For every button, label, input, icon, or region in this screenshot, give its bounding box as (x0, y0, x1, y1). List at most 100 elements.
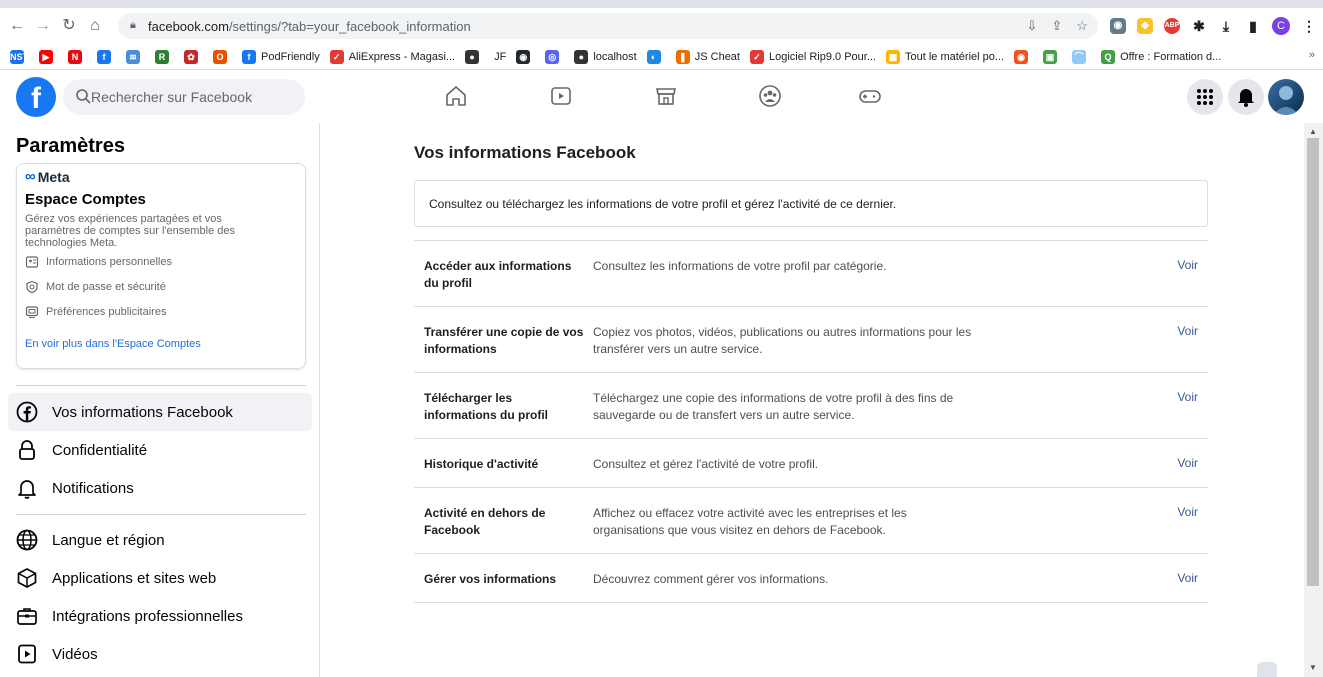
sidebar-item[interactable]: Vos informations Facebook (8, 393, 312, 431)
sidebar-item[interactable]: Langue et région (8, 521, 312, 559)
row-title: Accéder aux informations du profil (424, 259, 572, 290)
adblock-icon[interactable]: ABP (1164, 18, 1180, 34)
bookmark-favicon-icon: Q (1101, 49, 1116, 64)
marketplace-nav-icon[interactable] (654, 84, 678, 108)
accounts-center-item[interactable]: Préférences publicitaires (25, 305, 166, 319)
accounts-center-link[interactable]: En voir plus dans l'Espace Comptes (25, 338, 201, 350)
accounts-center-item[interactable]: Informations personnelles (25, 255, 172, 269)
lock-icon (19, 440, 35, 460)
bookmark-item[interactable]: ▶ (39, 47, 58, 67)
bell-icon (1238, 89, 1254, 107)
view-link[interactable]: Voir (1177, 324, 1198, 338)
install-app-icon[interactable]: ⇩ (1027, 18, 1038, 34)
share-icon[interactable]: ⇪ (1051, 18, 1062, 34)
bookmark-favicon-icon: ≋ (126, 49, 140, 64)
url-text: facebook.com/settings/?tab=your_facebook… (148, 19, 471, 34)
bookmark-item[interactable]: ⌒ (1072, 47, 1091, 67)
bookmark-item[interactable]: ✓ Logiciel Rip9.0 Pour... (749, 47, 876, 67)
sidebar-item[interactable]: Notifications (8, 469, 312, 507)
home-icon[interactable]: ⌂ (86, 17, 104, 35)
bookmark-item[interactable]: ● (465, 47, 484, 67)
sidebar-item-label: Confidentialité (52, 441, 148, 459)
puzzle-icon[interactable]: ✱ (1191, 18, 1207, 34)
accounts-center-item[interactable]: Mot de passe et sécurité (25, 280, 166, 294)
groups-nav-icon[interactable] (758, 84, 782, 108)
bookmark-item[interactable]: Q Offre : Formation d... (1101, 47, 1221, 67)
grid-menu-icon (1197, 89, 1213, 105)
meta-brand: Meta (37, 168, 70, 185)
bookmark-item[interactable]: f (97, 47, 116, 67)
bookmark-item[interactable]: ◉ (516, 47, 535, 67)
forward-icon[interactable]: → (34, 17, 52, 35)
bookmark-label: localhost (593, 50, 637, 63)
sidebar-item[interactable]: Intégrations professionnelles (8, 597, 312, 635)
row-description: Affichez ou effacez votre activité avec … (593, 506, 907, 537)
table-row: Gérer vos informations Découvrez comment … (414, 554, 1208, 603)
menu-kebab-icon[interactable]: ⋮ (1301, 18, 1317, 34)
bookmark-item[interactable]: O (213, 47, 232, 67)
sidebar-item[interactable]: Confidentialité (8, 431, 312, 469)
extension-icon[interactable]: ◉ (1110, 18, 1126, 34)
notifications-button[interactable] (1228, 79, 1264, 115)
floating-globe-icon[interactable] (1257, 662, 1277, 677)
extensions-area: ◉ ◆ ABP ✱ ⤓ ▮ C ⋮ (1110, 17, 1317, 35)
gaming-nav-icon[interactable] (858, 84, 882, 108)
facebook-search[interactable]: Rechercher sur Facebook (63, 79, 305, 115)
home-nav-icon[interactable] (444, 84, 468, 108)
meta-infinity-icon: ∞ (25, 168, 36, 185)
search-icon (76, 89, 91, 104)
bookmark-item[interactable]: R (155, 47, 174, 67)
view-link[interactable]: Voir (1177, 456, 1198, 470)
view-link[interactable]: Voir (1177, 390, 1198, 404)
bookmark-item[interactable]: ≋ (126, 47, 145, 67)
extension-icon[interactable]: ◆ (1137, 18, 1153, 34)
row-description: Téléchargez une copie des informations d… (593, 391, 954, 422)
bookmark-item[interactable]: N (68, 47, 87, 67)
bookmarks-bar: NST ▶ Nf ≋ R ✿ Of PodFriendly ✓ AliExpress - Maga… (0, 44, 1323, 70)
bookmark-star-icon[interactable]: ☆ (1076, 18, 1088, 34)
profile-avatar[interactable] (1268, 79, 1304, 115)
sidebar-item[interactable]: Applications et sites web (8, 559, 312, 597)
sidebar-item-label: Vos informations Facebook (52, 403, 233, 421)
table-row: Historique d'activité Consultez et gérez … (414, 439, 1208, 488)
watch-nav-icon[interactable] (549, 84, 573, 108)
bookmark-favicon-icon: ▣ (1043, 49, 1058, 64)
bookmark-item[interactable]: ❚ JS Cheat (675, 47, 740, 67)
monitor-icon (25, 306, 39, 318)
bookmark-item[interactable]: ◐ (646, 47, 666, 67)
facebook-logo-icon[interactable]: f (16, 77, 56, 117)
id-card-icon (25, 256, 39, 268)
bookmarks-overflow-icon[interactable]: » (1309, 49, 1315, 61)
info-table: Accéder aux informations du profil Consul… (414, 240, 1208, 603)
bookmark-item[interactable]: ◎ (545, 47, 564, 67)
row-description: Consultez et gérez l'activité de votre p… (593, 457, 819, 471)
page-scrollbar[interactable]: ▲ ▼ (1304, 123, 1323, 677)
bookmark-item[interactable]: NST (10, 47, 29, 67)
sidebar-item[interactable]: Vidéos (8, 635, 312, 673)
bookmark-favicon-icon: O (213, 49, 227, 64)
browser-profile-avatar[interactable]: C (1272, 17, 1290, 35)
download-icon[interactable]: ⤓ (1218, 18, 1234, 34)
bookmark-item[interactable]: ▦ Tout le matériel po... (886, 47, 1004, 67)
view-link[interactable]: Voir (1177, 505, 1198, 519)
bookmark-item[interactable]: f PodFriendly (242, 47, 320, 67)
scroll-down-icon[interactable]: ▼ (1309, 663, 1317, 672)
bookmark-item[interactable]: ▣ (1043, 47, 1062, 67)
menu-button[interactable] (1187, 79, 1223, 115)
view-link[interactable]: Voir (1177, 258, 1198, 272)
back-icon[interactable]: ← (8, 17, 26, 35)
reload-icon[interactable]: ↻ (60, 17, 78, 35)
bookmark-item[interactable]: JF (494, 47, 506, 67)
bookmark-item[interactable]: ✓ AliExpress - Magasi... (329, 47, 455, 67)
view-link[interactable]: Voir (1177, 571, 1198, 585)
bookmark-favicon-icon: ✓ (749, 49, 764, 64)
sidepanel-icon[interactable]: ▮ (1245, 18, 1261, 34)
address-bar[interactable]: 🔒︎ facebook.com/settings/?tab=your_faceb… (118, 13, 1098, 39)
bookmark-item[interactable]: ✿ (184, 47, 203, 67)
bookmark-item[interactable]: ● localhost (574, 47, 637, 67)
bookmark-item[interactable]: ◉ (1014, 47, 1033, 67)
accounts-center-card[interactable]: ∞ Meta Espace Comptes Gérez vos expérienc… (16, 163, 306, 369)
scroll-up-icon[interactable]: ▲ (1309, 127, 1317, 136)
scroll-thumb[interactable] (1307, 138, 1319, 586)
sidebar-divider (16, 385, 306, 386)
